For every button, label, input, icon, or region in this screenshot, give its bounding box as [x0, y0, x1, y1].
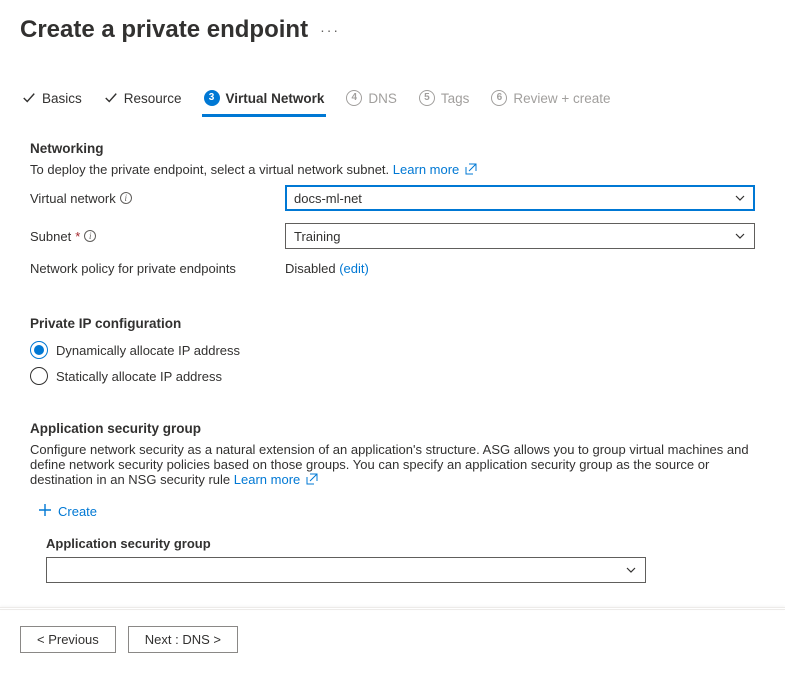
chevron-down-icon [625, 564, 637, 576]
checkmark-icon [104, 91, 118, 105]
subnet-select[interactable]: Training [285, 223, 755, 249]
virtual-network-label: Virtual network i [30, 191, 285, 206]
policy-edit-link[interactable]: (edit) [339, 261, 369, 276]
next-button[interactable]: Next : DNS > [128, 626, 238, 653]
asg-learn-more-link[interactable]: Learn more [234, 472, 318, 487]
vnet-select-value: docs-ml-net [294, 191, 362, 206]
tab-resource-label: Resource [124, 91, 182, 106]
wizard-tabs: Basics Resource 3 Virtual Network 4 DNS … [0, 84, 785, 117]
asg-section-title: Application security group [30, 421, 755, 436]
network-policy-label: Network policy for private endpoints [30, 261, 285, 276]
external-link-icon [465, 163, 477, 175]
networking-learn-more-link[interactable]: Learn more [393, 162, 477, 177]
more-options-icon[interactable]: ··· [320, 22, 340, 38]
chevron-down-icon [734, 230, 746, 242]
checkmark-icon [22, 91, 36, 105]
networking-desc-text: To deploy the private endpoint, select a… [30, 162, 389, 177]
vnet-label-text: Virtual network [30, 191, 116, 206]
asg-select[interactable] [46, 557, 646, 583]
networking-section-title: Networking [30, 141, 755, 156]
networking-description: To deploy the private endpoint, select a… [30, 162, 755, 177]
asg-desc-text: Configure network security as a natural … [30, 442, 749, 487]
page-title: Create a private endpoint [20, 16, 308, 44]
radio-button-icon [30, 341, 48, 359]
learn-more-label: Learn more [393, 162, 459, 177]
chevron-down-icon [734, 192, 746, 204]
tab-dns[interactable]: 4 DNS [344, 84, 399, 117]
previous-button[interactable]: < Previous [20, 626, 116, 653]
tab-tags[interactable]: 5 Tags [417, 84, 472, 117]
plus-icon [38, 503, 52, 520]
radio-static-ip[interactable]: Statically allocate IP address [30, 367, 755, 385]
asg-learn-more-label: Learn more [234, 472, 300, 487]
tab-basics[interactable]: Basics [20, 85, 84, 117]
radio-static-label: Statically allocate IP address [56, 369, 222, 384]
step-number-icon: 6 [491, 90, 507, 106]
info-icon[interactable]: i [120, 192, 132, 204]
subnet-select-value: Training [294, 229, 340, 244]
step-number-icon: 5 [419, 90, 435, 106]
ip-config-section-title: Private IP configuration [30, 316, 755, 331]
tab-resource[interactable]: Resource [102, 85, 184, 117]
tab-virtual-network-label: Virtual Network [226, 91, 325, 106]
subnet-label-text: Subnet [30, 229, 71, 244]
policy-value-text: Disabled [285, 261, 336, 276]
tab-basics-label: Basics [42, 91, 82, 106]
step-number-icon: 4 [346, 90, 362, 106]
info-icon[interactable]: i [84, 230, 96, 242]
required-indicator: * [75, 229, 80, 244]
tab-virtual-network[interactable]: 3 Virtual Network [202, 84, 327, 117]
asg-description: Configure network security as a natural … [30, 442, 755, 487]
tab-review-create-label: Review + create [513, 91, 610, 106]
tab-review-create[interactable]: 6 Review + create [489, 84, 612, 117]
subnet-label: Subnet * i [30, 229, 285, 244]
external-link-icon [306, 473, 318, 485]
asg-create-button[interactable]: Create [38, 503, 97, 520]
tab-tags-label: Tags [441, 91, 470, 106]
tab-dns-label: DNS [368, 91, 397, 106]
radio-button-icon [30, 367, 48, 385]
radio-dynamic-label: Dynamically allocate IP address [56, 343, 240, 358]
asg-create-label: Create [58, 504, 97, 519]
virtual-network-select[interactable]: docs-ml-net [285, 185, 755, 211]
radio-dynamic-ip[interactable]: Dynamically allocate IP address [30, 341, 755, 359]
network-policy-value: Disabled (edit) [285, 261, 369, 276]
step-number-icon: 3 [204, 90, 220, 106]
asg-sub-label: Application security group [46, 536, 755, 551]
